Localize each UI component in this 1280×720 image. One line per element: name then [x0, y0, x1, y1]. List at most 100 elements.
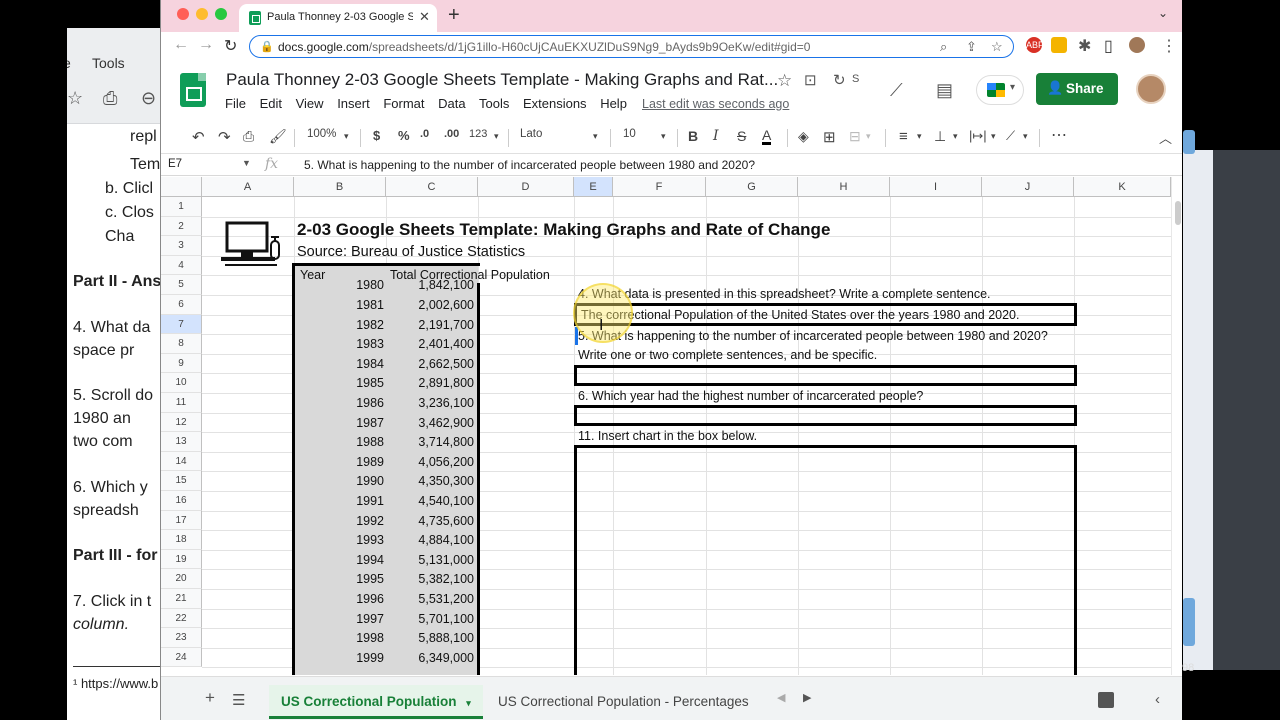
text-rotation-icon[interactable]: ⟋ — [1006, 128, 1015, 144]
year-cell[interactable]: 1994 — [294, 553, 384, 567]
side-panel-icon[interactable]: ▯ — [1104, 36, 1113, 56]
column-header-f[interactable]: F — [613, 177, 706, 197]
formula-input[interactable]: 5. What is happening to the number of in… — [304, 158, 755, 172]
tab-close-icon[interactable]: ✕ — [419, 9, 430, 25]
collapse-menus-icon[interactable]: ︿ — [1159, 128, 1172, 147]
population-cell[interactable]: 5,531,200 — [386, 592, 474, 606]
sheets-logo-icon[interactable] — [180, 73, 206, 107]
decrease-decimal-button[interactable]: .0 — [420, 128, 429, 140]
scroll-tabs-right-icon[interactable]: ▶ — [803, 691, 811, 704]
select-all-corner[interactable] — [161, 177, 202, 197]
menu-view[interactable]: View — [296, 96, 324, 111]
population-cell[interactable]: 3,236,100 — [386, 396, 474, 410]
chevron-down-icon[interactable]: ▾ — [593, 131, 598, 142]
year-cell[interactable]: 1997 — [294, 612, 384, 626]
row-header-17[interactable]: 17 — [161, 510, 202, 531]
collapse-side-panel-icon[interactable]: ‹ — [1155, 691, 1160, 708]
browser-tab[interactable]: Paula Thonney 2-03 Google Sheets Templat… — [239, 4, 437, 32]
year-cell[interactable]: 1980 — [294, 278, 384, 292]
row-header-1[interactable]: 1 — [161, 197, 202, 217]
population-cell[interactable]: 5,888,100 — [386, 631, 474, 645]
question-4[interactable]: 4. What data is presented in this spread… — [578, 287, 991, 301]
currency-format-button[interactable]: $ — [373, 128, 380, 143]
row-header-22[interactable]: 22 — [161, 608, 202, 629]
menu-file[interactable]: File — [225, 96, 246, 111]
population-cell[interactable]: 4,056,200 — [386, 455, 474, 469]
star-icon[interactable]: ☆ — [777, 71, 792, 91]
menu-tools[interactable]: Tools — [479, 96, 509, 111]
year-cell[interactable]: 1988 — [294, 435, 384, 449]
population-cell[interactable]: 4,350,300 — [386, 474, 474, 488]
document-title[interactable]: Paula Thonney 2-03 Google Sheets Templat… — [226, 70, 778, 90]
population-cell[interactable]: 2,662,500 — [386, 357, 474, 371]
column-header-b[interactable]: B — [294, 177, 386, 197]
back-icon[interactable]: ← — [173, 36, 189, 54]
chevron-down-icon[interactable]: ▾ — [917, 131, 922, 142]
omnibox[interactable]: 🔒 docs.google.com/spreadsheets/d/1jG1ill… — [249, 35, 1014, 58]
menu-data[interactable]: Data — [438, 96, 465, 111]
font-size-select[interactable]: 10 — [623, 128, 636, 140]
chevron-down-icon[interactable]: ▾ — [344, 131, 349, 142]
more-formats-button[interactable]: 123 — [469, 128, 487, 140]
row-header-13[interactable]: 13 — [161, 432, 202, 452]
population-cell[interactable]: 4,540,100 — [386, 494, 474, 508]
year-cell[interactable]: 1987 — [294, 416, 384, 430]
forward-icon[interactable]: → — [198, 36, 214, 54]
population-cell[interactable]: 5,382,100 — [386, 572, 474, 586]
vertical-scrollbar[interactable] — [1171, 177, 1182, 675]
row-header-3[interactable]: 3 — [161, 236, 202, 256]
menu-help[interactable]: Help — [600, 96, 627, 111]
sync-status-icon[interactable]: ↻ — [833, 71, 846, 89]
new-tab-button[interactable]: + — [448, 4, 460, 27]
year-cell[interactable]: 1990 — [294, 474, 384, 488]
explore-icon[interactable] — [1098, 692, 1114, 708]
population-cell[interactable]: 3,462,900 — [386, 416, 474, 430]
increase-decimal-button[interactable]: .00 — [444, 128, 459, 140]
year-cell[interactable]: 1986 — [294, 396, 384, 410]
column-header-j[interactable]: J — [982, 177, 1074, 197]
row-header-16[interactable]: 16 — [161, 491, 202, 511]
menu-format[interactable]: Format — [383, 96, 424, 111]
year-cell[interactable]: 1991 — [294, 494, 384, 508]
population-cell[interactable]: 5,701,100 — [386, 612, 474, 626]
text-color-button[interactable]: A — [762, 128, 772, 145]
star-icon[interactable]: ☆ — [67, 88, 83, 109]
population-cell[interactable]: 2,401,400 — [386, 337, 474, 351]
strikethrough-button[interactable]: S — [737, 128, 746, 144]
url-text[interactable]: docs.google.com/spreadsheets/d/1jG1illo-… — [278, 40, 810, 54]
row-header-11[interactable]: 11 — [161, 393, 202, 413]
undo-icon[interactable]: ↶ — [192, 128, 205, 146]
adblock-extension-icon[interactable]: ABP — [1026, 37, 1044, 53]
year-cell[interactable]: 1983 — [294, 337, 384, 351]
scroll-tabs-left-icon[interactable]: ◀ — [777, 691, 785, 704]
row-header-20[interactable]: 20 — [161, 569, 202, 589]
row-header-5[interactable]: 5 — [161, 275, 202, 295]
meet-button[interactable]: ▾ — [976, 75, 1024, 105]
column-header-i[interactable]: I — [890, 177, 982, 197]
chevron-down-icon[interactable]: ▾ — [1023, 131, 1028, 142]
last-edit-link[interactable]: Last edit was seconds ago — [642, 97, 789, 111]
column-header-c[interactable]: C — [386, 177, 478, 197]
activity-trend-icon[interactable]: ⟋ — [890, 80, 903, 101]
fill-color-icon[interactable]: ◈ — [798, 128, 809, 145]
year-cell[interactable]: 1989 — [294, 455, 384, 469]
row-header-18[interactable]: 18 — [161, 530, 202, 550]
print-icon[interactable]: ⎙ — [103, 88, 117, 109]
bold-button[interactable]: B — [688, 128, 698, 144]
all-sheets-icon[interactable]: ☰ — [232, 691, 245, 709]
year-cell[interactable]: 1996 — [294, 592, 384, 606]
population-cell[interactable]: 4,735,600 — [386, 514, 474, 528]
close-window-button[interactable] — [177, 8, 189, 20]
column-header-e[interactable]: E — [574, 177, 613, 197]
population-cell[interactable]: 5,131,000 — [386, 553, 474, 567]
answer-4[interactable]: The correctional Population of the Unite… — [581, 308, 1019, 322]
year-cell[interactable]: 1993 — [294, 533, 384, 547]
percent-format-button[interactable]: % — [398, 128, 410, 143]
text-wrap-icon[interactable]: |↦| — [969, 128, 987, 144]
tab-search-button[interactable]: ⌄ — [1158, 6, 1168, 20]
row-header-8[interactable]: 8 — [161, 334, 202, 354]
column-header-g[interactable]: G — [706, 177, 798, 197]
population-cell[interactable]: 2,191,700 — [386, 318, 474, 332]
row-header-14[interactable]: 14 — [161, 451, 202, 472]
year-cell[interactable]: 1984 — [294, 357, 384, 371]
